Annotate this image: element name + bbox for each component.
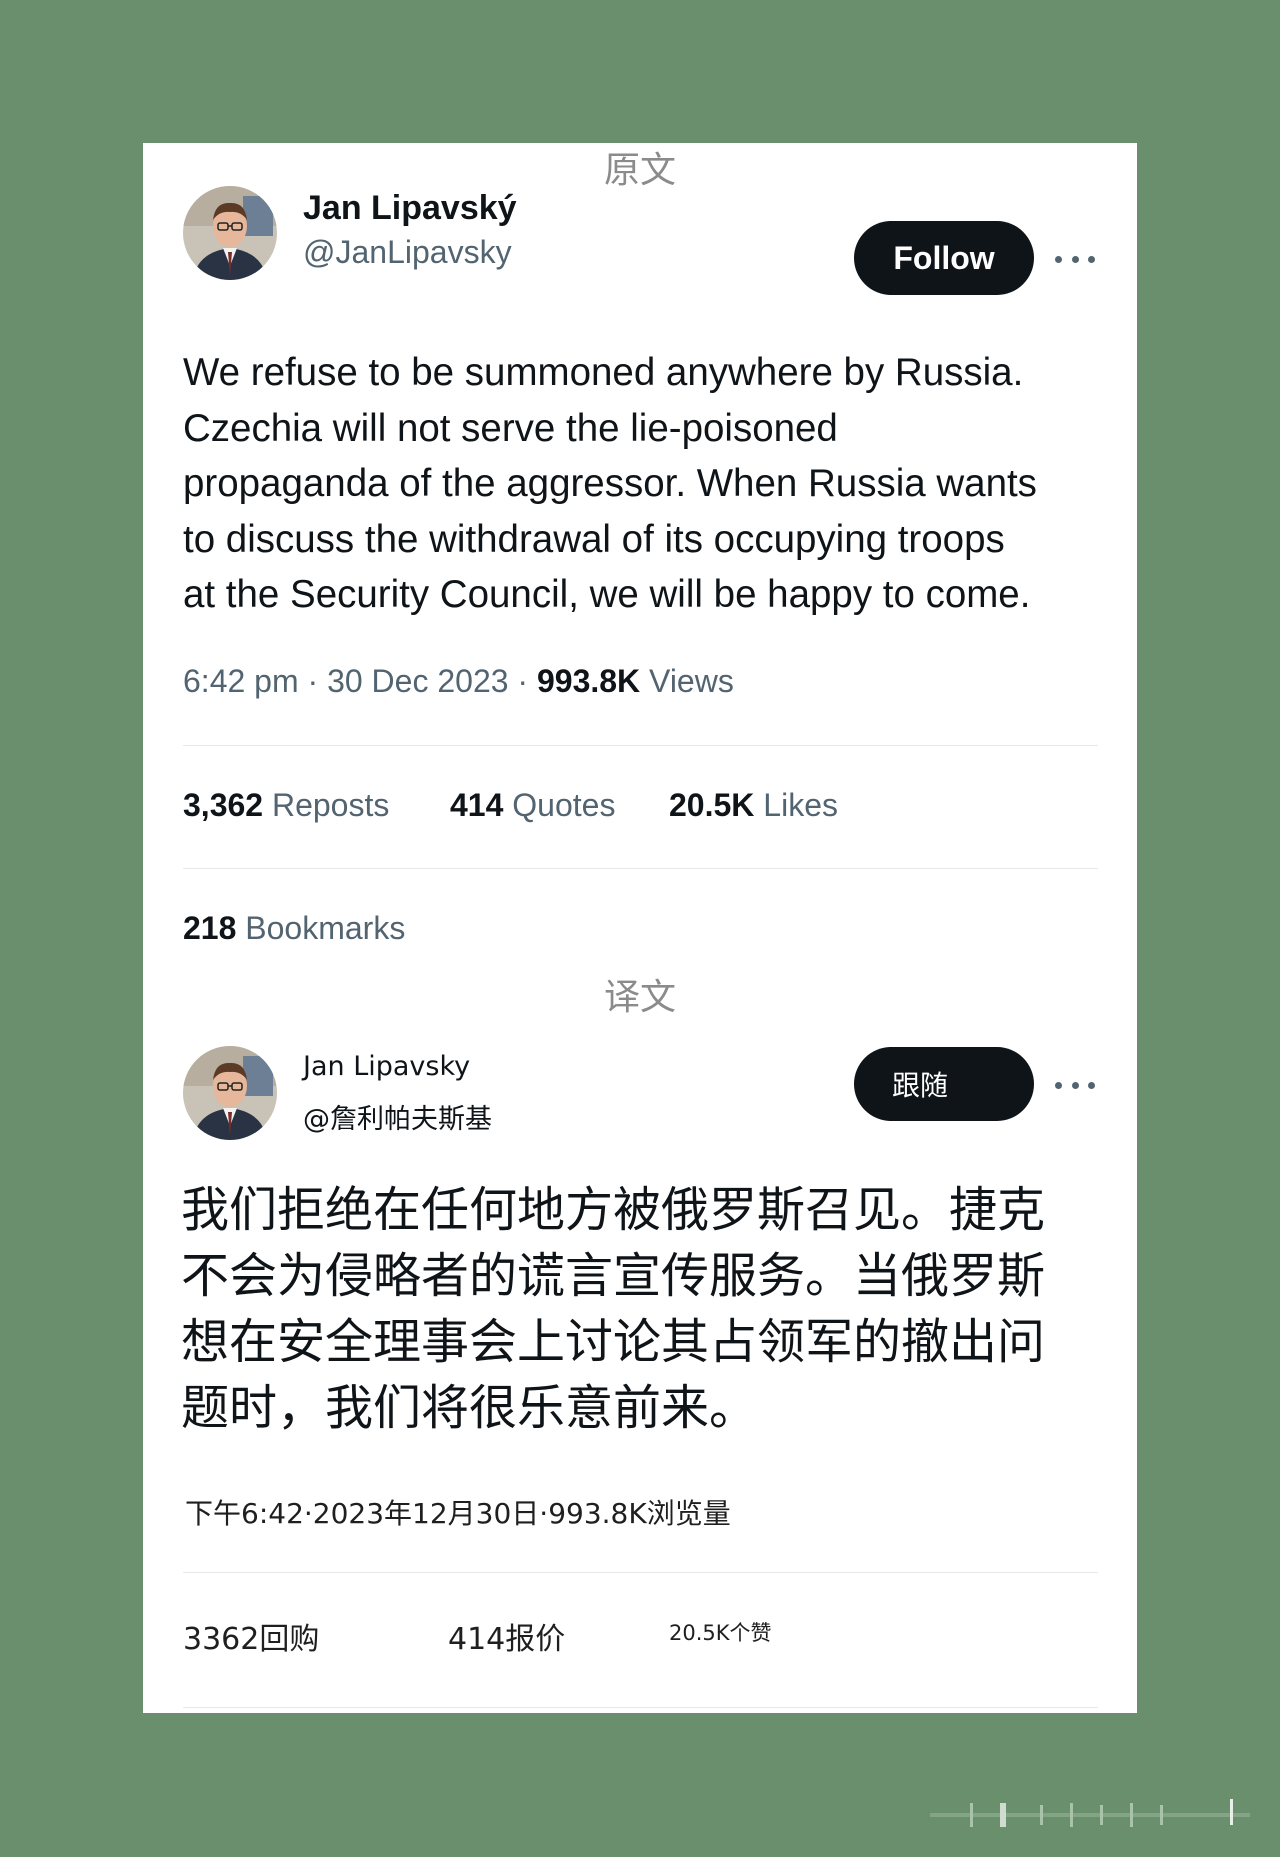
tweet-time[interactable]: 6:42 pm: [183, 663, 299, 699]
divider: [183, 745, 1098, 746]
watermark-barcode-icon: [930, 1799, 1250, 1827]
views-count: 993.8K: [536, 663, 641, 699]
author-handle-translated[interactable]: @詹利帕夫斯基: [303, 1097, 492, 1136]
translation-label: 译文: [603, 977, 676, 1018]
likes-stat-translated[interactable]: 20.5K个赞: [669, 1617, 772, 1647]
tweet-text-line: 我们拒绝在任何地方被俄罗斯召见。捷克: [181, 1182, 1046, 1238]
divider: [183, 1707, 1098, 1708]
tweet-text-line: at the Security Council, we will be happ…: [183, 573, 1031, 616]
tweet-text-translated: 我们拒绝在任何地方被俄罗斯召见。捷克 不会为侵略者的谎言宣传服务。当俄罗斯 想在…: [181, 1177, 1045, 1441]
quotes-label: Quotes: [512, 787, 616, 823]
more-horizontal-icon[interactable]: [1055, 1075, 1095, 1095]
tweet-text: We refuse to be summoned anywhere by Rus…: [183, 345, 1037, 623]
tweet-text-line: 不会为侵略者的谎言宣传服务。当俄罗斯: [181, 1248, 1046, 1304]
bookmarks-label: Bookmarks: [245, 910, 406, 946]
tweet-date[interactable]: 30 Dec 2023: [327, 663, 508, 699]
divider: [183, 1572, 1098, 1573]
quotes-count: 414: [450, 787, 504, 823]
avatar-photo-icon: [183, 186, 277, 280]
reposts-label: Reposts: [271, 787, 390, 823]
more-horizontal-icon[interactable]: [1055, 249, 1095, 269]
avatar[interactable]: [183, 186, 277, 280]
divider: [183, 868, 1098, 869]
follow-button-translated[interactable]: 跟随: [854, 1047, 1034, 1121]
avatar[interactable]: [183, 1046, 277, 1140]
tweet-meta: 6:42 pm · 30 Dec 2023 · 993.8K Views: [183, 663, 734, 700]
screenshot-card: 原文 Jan Lipavský @JanLipavsky Follow We r…: [143, 143, 1137, 1713]
reposts-count: 3,362: [183, 787, 264, 823]
bookmarks-count: 218: [183, 910, 237, 946]
meta-separator: ·: [517, 663, 529, 699]
avatar-photo-icon: [183, 1046, 277, 1140]
likes-count: 20.5K: [669, 787, 755, 823]
likes-label: Likes: [763, 787, 838, 823]
views-label: Views: [649, 663, 734, 699]
tweet-text-line: propaganda of the aggressor. When Russia…: [183, 462, 1037, 505]
author-name[interactable]: Jan Lipavský: [303, 189, 517, 228]
tweet-text-line: Czechia will not serve the lie-poisoned: [183, 406, 838, 450]
reposts-stat-translated[interactable]: 3362回购: [183, 1614, 319, 1658]
follow-button[interactable]: Follow: [854, 221, 1034, 295]
bookmarks-stat[interactable]: 218 Bookmarks: [183, 910, 405, 947]
reposts-stat[interactable]: 3,362 Reposts: [183, 787, 389, 824]
quotes-stat[interactable]: 414 Quotes: [450, 787, 615, 824]
likes-stat[interactable]: 20.5K Likes: [669, 787, 838, 824]
quotes-stat-translated[interactable]: 414报价: [448, 1614, 565, 1658]
tweet-meta-translated: 下午6:42·2023年12月30日·993.8K浏览量: [185, 1497, 731, 1530]
tweet-text-line: We refuse to be summoned anywhere by Rus…: [183, 351, 1024, 394]
tweet-text-line: 题时，我们将很乐意前来。: [181, 1380, 758, 1436]
tweet-text-line: to discuss the withdrawal of its occupyi…: [183, 517, 1005, 561]
tweet-text-line: 想在安全理事会上讨论其占领军的撤出问: [181, 1314, 1046, 1370]
meta-separator: ·: [307, 663, 319, 699]
author-name-translated[interactable]: Jan Lipavsky: [303, 1051, 470, 1082]
original-label: 原文: [603, 150, 676, 191]
author-handle[interactable]: @JanLipavsky: [303, 234, 512, 271]
